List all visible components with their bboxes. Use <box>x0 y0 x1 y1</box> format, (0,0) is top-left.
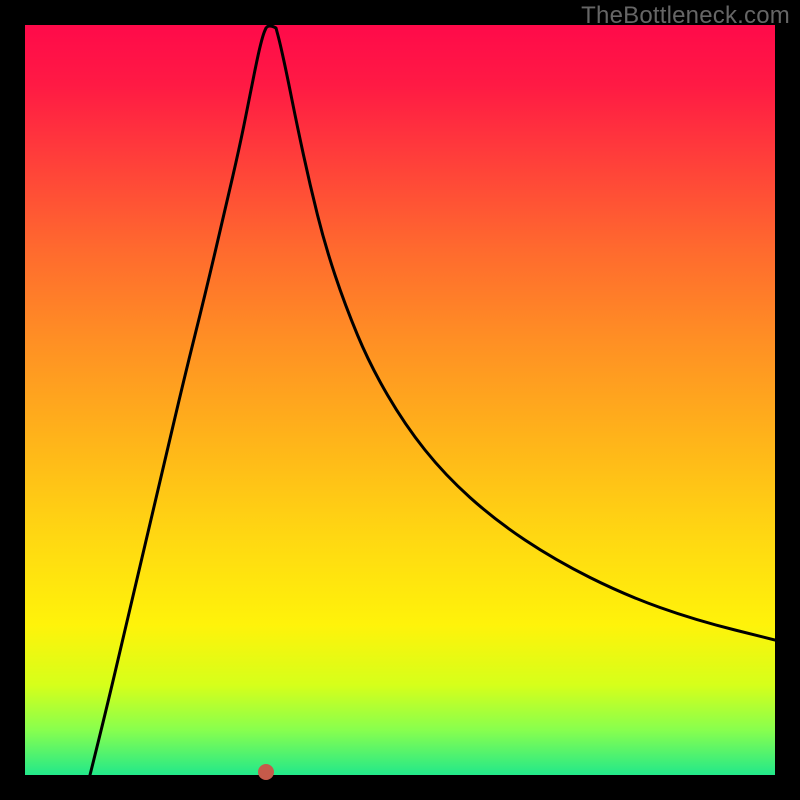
watermark-text: TheBottleneck.com <box>581 2 790 30</box>
optimum-marker-dot <box>258 764 274 780</box>
bottleneck-curve <box>25 25 775 775</box>
curve-path <box>90 26 775 775</box>
